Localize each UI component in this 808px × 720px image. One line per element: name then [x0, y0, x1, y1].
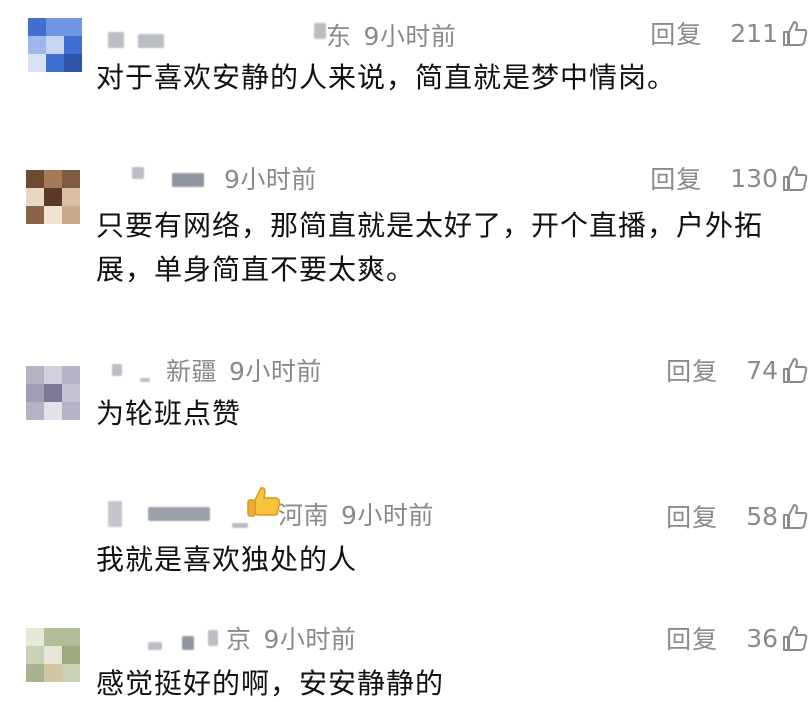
comment-item: 东 9小时前 回复 211 对于喜欢安静的人来说，简直就是梦中情岗。	[0, 0, 808, 140]
thumbs-up-emoji-icon	[243, 394, 283, 517]
comment-location: 东	[326, 22, 352, 51]
comment-text: 对于喜欢安静的人来说，简直就是梦中情岗。	[96, 61, 677, 94]
comment-text: 为轮班点赞	[96, 392, 808, 517]
blurred-username[interactable]	[148, 642, 162, 650]
blurred-username[interactable]	[108, 32, 124, 48]
comment-actions: 回复 211	[650, 15, 808, 51]
comment-text-label: 为轮班点赞	[96, 397, 242, 430]
comment-actions: 回复 58	[666, 498, 808, 534]
comment-time: 9小时前	[229, 357, 322, 386]
avatar[interactable]	[26, 628, 80, 682]
thumbs-up-outline-icon[interactable]	[782, 502, 808, 530]
comment-location: 京	[226, 625, 252, 654]
reply-button[interactable]: 回复	[650, 160, 702, 196]
comment-meta: 河南 9小时前	[108, 496, 434, 532]
thumbs-up-outline-icon[interactable]	[782, 356, 808, 384]
comment-location: 河南	[278, 501, 330, 530]
blurred-username[interactable]	[108, 501, 122, 527]
reply-button[interactable]: 回复	[666, 352, 718, 388]
comment-text: 我就是喜欢独处的人	[96, 543, 358, 576]
like-count: 58	[746, 501, 778, 531]
comment-actions: 回复 36	[666, 620, 808, 656]
comment-time: 9小时前	[224, 165, 317, 194]
like-count: 36	[746, 623, 778, 653]
thumbs-up-outline-icon[interactable]	[782, 19, 808, 47]
comment-location: 新疆	[166, 357, 218, 386]
comment-time: 9小时前	[263, 625, 357, 654]
reply-button[interactable]: 回复	[666, 620, 718, 656]
comment-meta: 东 9小时前	[108, 17, 456, 53]
comment-time: 9小时前	[341, 501, 434, 530]
comment-item: 新疆 9小时前 回复 74 为轮班点赞	[0, 340, 808, 517]
like-count: 74	[746, 355, 778, 385]
comment-meta: 新疆 9小时前	[112, 352, 322, 388]
comment-meta: 9小时前	[132, 160, 317, 196]
comment-time: 9小时前	[363, 22, 457, 51]
avatar[interactable]	[28, 18, 82, 72]
comment-item: 河南 9小时前 回复 58 我就是喜欢独处的人	[0, 480, 808, 600]
comment-meta: 京 9小时前	[148, 620, 356, 656]
thumbs-up-outline-icon[interactable]	[782, 164, 808, 192]
comment-text: 只要有网络，那简直就是太好了，开个直播，户外拓展，单身简直不要太爽。	[96, 209, 764, 286]
blurred-username[interactable]	[112, 364, 122, 376]
comment-item: 京 9小时前 回复 36 感觉挺好的啊，安安静静的	[0, 600, 808, 720]
reply-button[interactable]: 回复	[666, 498, 718, 534]
reply-button[interactable]: 回复	[650, 15, 702, 51]
blurred-username[interactable]	[132, 167, 144, 179]
thumbs-up-outline-icon[interactable]	[782, 624, 808, 652]
comment-item: 9小时前 回复 130 只要有网络，那简直就是太好了，开个直播，户外拓展，单身简…	[0, 140, 808, 340]
like-count: 211	[730, 18, 778, 48]
avatar[interactable]	[26, 366, 80, 420]
avatar[interactable]	[26, 170, 80, 224]
like-count: 130	[730, 163, 778, 193]
comment-actions: 回复 130	[650, 160, 808, 196]
comment-text: 感觉挺好的啊，安安静静的	[96, 667, 445, 700]
comment-actions: 回复 74	[666, 352, 808, 388]
